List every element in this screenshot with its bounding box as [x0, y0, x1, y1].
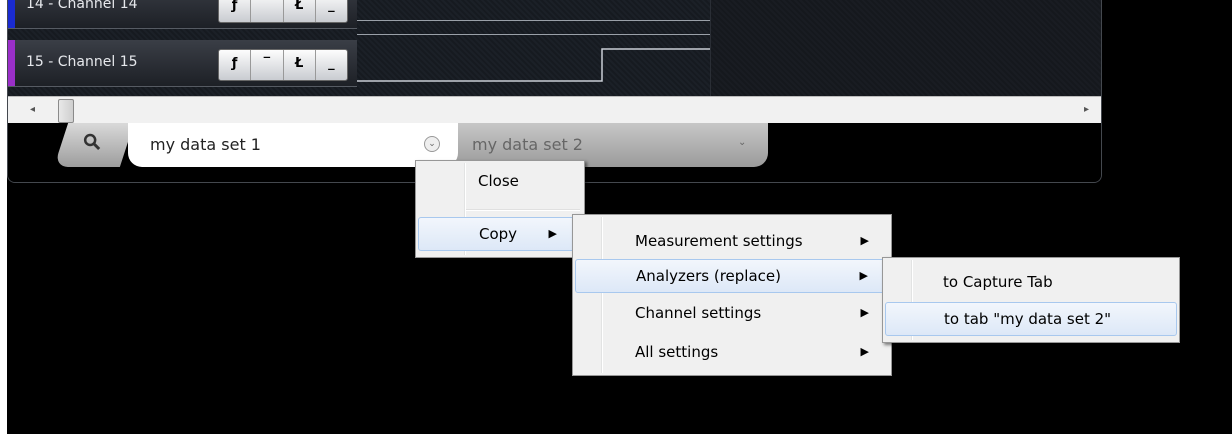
logic-analyzer-window: 14 - Channel 14 ƒ ‾ Ł _ 15 - Channel 15 … — [7, 0, 1102, 183]
horizontal-scrollbar[interactable]: ◂ ▸ — [8, 96, 1101, 124]
scroll-right-arrow-icon[interactable]: ▸ — [1084, 104, 1089, 115]
channel-color-stripe — [8, 40, 15, 86]
channel-label: 14 - Channel 14 — [26, 0, 138, 12]
submenu-arrow-icon: ▶ — [860, 306, 869, 319]
channel-15-waveform — [357, 48, 710, 82]
submenu-arrow-icon: ▶ — [860, 234, 869, 247]
chevron-down-icon[interactable]: ⌄ — [738, 137, 746, 148]
menu-item-to-tab-my-data-set-2[interactable]: to tab "my data set 2" — [885, 302, 1177, 336]
menu-separator — [466, 209, 580, 211]
menu-item-all-settings[interactable]: All settings ▶ — [575, 336, 889, 368]
menu-item-channel-settings[interactable]: Channel settings ▶ — [575, 297, 889, 329]
chevron-down-icon[interactable]: ⌄ — [424, 136, 440, 152]
trigger-buttons[interactable]: ƒ ‾ Ł _ — [218, 0, 348, 23]
tab-label: my data set 2 — [472, 135, 583, 154]
submenu-arrow-icon: ▶ — [548, 227, 557, 240]
submenu-arrow-icon: ▶ — [859, 269, 868, 282]
falling-edge-trigger-button[interactable]: Ł — [284, 0, 316, 22]
search-icon — [83, 133, 101, 156]
falling-edge-trigger-button[interactable]: Ł — [284, 50, 316, 80]
channel-color-stripe — [8, 0, 15, 28]
channel-row-15[interactable]: 15 - Channel 15 ƒ ‾ Ł _ — [8, 40, 357, 87]
tab-my-data-set-1[interactable]: my data set 1 ⌄ — [128, 123, 458, 167]
menu-item-copy[interactable]: Copy ▶ — [418, 217, 582, 251]
submenu-arrow-icon: ▶ — [860, 345, 869, 358]
menu-item-measurement-settings[interactable]: Measurement settings ▶ — [575, 225, 889, 257]
low-level-trigger-button[interactable]: _ — [316, 0, 347, 22]
scroll-left-arrow-icon[interactable]: ◂ — [30, 104, 35, 115]
menu-item-close[interactable]: Close — [418, 165, 582, 197]
trigger-buttons[interactable]: ƒ ‾ Ł _ — [218, 49, 348, 81]
rising-edge-trigger-button[interactable]: ƒ — [219, 50, 252, 80]
search-tab[interactable] — [53, 123, 135, 167]
high-level-trigger-button[interactable]: ‾ — [251, 50, 284, 80]
waveform-line — [357, 34, 710, 35]
rising-edge-trigger-button[interactable]: ƒ — [219, 0, 252, 22]
tab-context-menu: Close Copy ▶ — [415, 160, 585, 258]
waveform-right-pane — [710, 0, 1101, 96]
waveform-line — [357, 20, 710, 21]
low-level-trigger-button[interactable]: _ — [316, 50, 347, 80]
analyzers-submenu: to Capture Tab to tab "my data set 2" — [882, 257, 1180, 343]
tab-label: my data set 1 — [150, 135, 261, 154]
high-level-trigger-button[interactable]: ‾ — [251, 0, 284, 22]
scrollbar-thumb[interactable] — [58, 99, 74, 123]
channel-label: 15 - Channel 15 — [26, 54, 138, 70]
channel-row-14[interactable]: 14 - Channel 14 ƒ ‾ Ł _ — [8, 0, 357, 29]
menu-item-to-capture-tab[interactable]: to Capture Tab — [885, 266, 1177, 298]
menu-item-analyzers-replace[interactable]: Analyzers (replace) ▶ — [575, 259, 889, 293]
copy-submenu: Measurement settings ▶ Analyzers (replac… — [572, 214, 892, 376]
